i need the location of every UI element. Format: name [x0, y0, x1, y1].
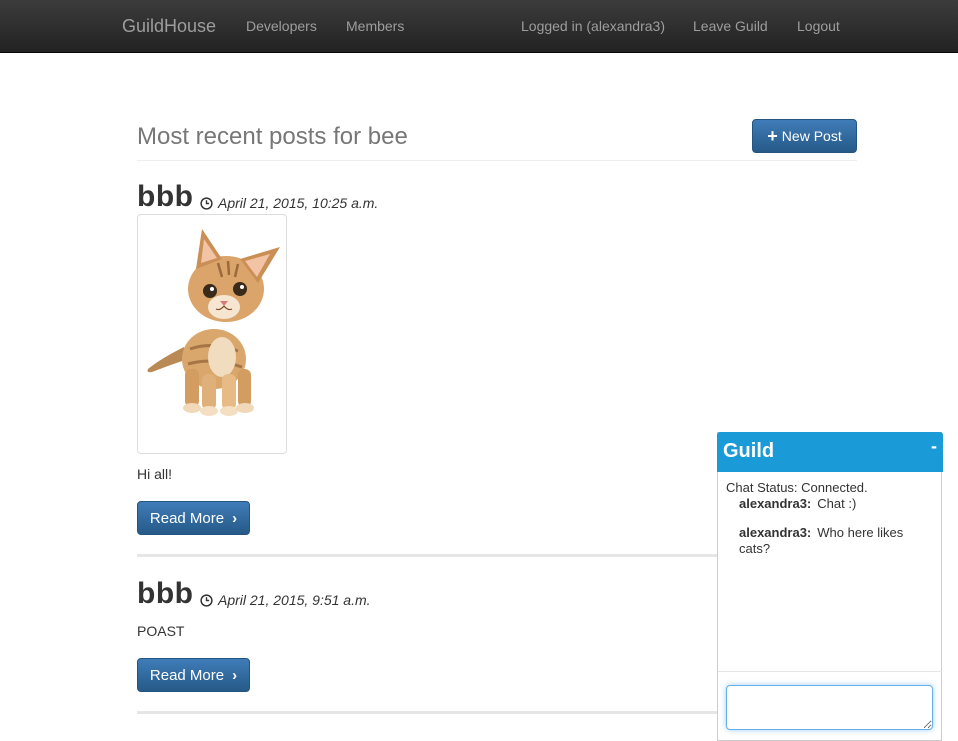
post-body: Hi all!: [137, 466, 173, 482]
nav-link-logout[interactable]: Logout: [797, 18, 840, 34]
top-navbar: GuildHouse Developers Members Logged in …: [0, 0, 958, 53]
kitten-image: [147, 229, 280, 416]
nav-link-members[interactable]: Members: [346, 18, 404, 34]
read-more-button[interactable]: Read More ›: [137, 658, 250, 692]
post-divider: [137, 554, 717, 557]
read-more-button[interactable]: Read More ›: [137, 501, 250, 535]
post-date: April 21, 2015, 9:51 a.m.: [200, 592, 371, 608]
chat-title: Guild: [723, 440, 775, 462]
new-post-label: New Post: [781, 128, 842, 144]
chat-status: Chat Status: Connected.: [726, 480, 868, 495]
chat-text: Chat :): [817, 496, 857, 511]
post-divider: [137, 711, 717, 714]
brand-link[interactable]: GuildHouse: [122, 16, 216, 37]
minimize-button[interactable]: -: [931, 436, 937, 457]
post-date-text: April 21, 2015, 9:51 a.m.: [218, 592, 371, 608]
nav-link-logged-in[interactable]: Logged in (alexandra3): [521, 18, 665, 34]
new-post-button[interactable]: + New Post: [752, 119, 857, 153]
chat-header[interactable]: Guild -: [717, 432, 943, 472]
chat-divider: [718, 671, 942, 672]
chat-username: alexandra3:: [739, 525, 812, 540]
chat-input[interactable]: [726, 685, 933, 730]
chat-message: alexandra3: Who here likes cats?: [739, 525, 929, 557]
post-date-text: April 21, 2015, 10:25 a.m.: [218, 195, 379, 211]
clock-icon: [200, 196, 213, 210]
plus-icon: +: [767, 126, 778, 146]
page-title: Most recent posts for bee: [137, 123, 408, 150]
chat-username: alexandra3:: [739, 496, 812, 511]
read-more-label: Read More: [149, 666, 225, 684]
chevron-right-icon: ›: [232, 666, 238, 684]
post-thumbnail[interactable]: [137, 214, 287, 454]
chat-panel: Guild - Chat Status: Connected. alexandr…: [717, 432, 943, 741]
nav-link-leave-guild[interactable]: Leave Guild: [693, 18, 768, 34]
clock-icon: [200, 593, 213, 607]
chat-message: alexandra3: Chat :): [739, 496, 929, 512]
post-body: POAST: [137, 623, 185, 639]
page-header: Most recent posts for bee + New Post: [137, 112, 857, 161]
post-title[interactable]: bbb: [137, 180, 193, 214]
read-more-label: Read More: [149, 509, 225, 527]
post-date: April 21, 2015, 10:25 a.m.: [200, 195, 378, 211]
post-title[interactable]: bbb: [137, 577, 193, 611]
nav-link-developers[interactable]: Developers: [246, 18, 317, 34]
chevron-right-icon: ›: [232, 509, 238, 527]
